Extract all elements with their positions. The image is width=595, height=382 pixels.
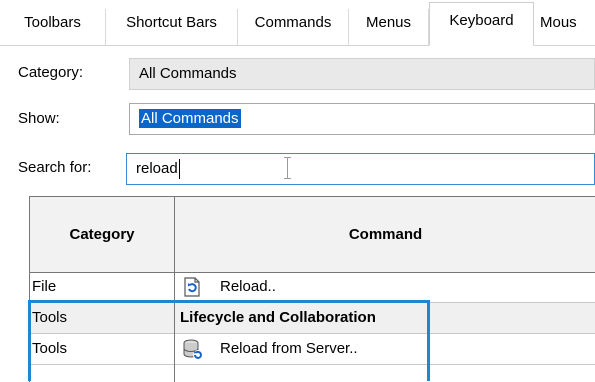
column-header-category[interactable]: Category bbox=[30, 197, 174, 273]
show-dropdown[interactable]: All Commands bbox=[129, 103, 595, 135]
search-value: reload bbox=[136, 160, 178, 177]
show-value-selected: All Commands bbox=[139, 109, 241, 128]
table-row-group[interactable]: Tools Lifecycle and Collaboration bbox=[30, 303, 595, 334]
table-row[interactable]: Tools Reload from Server.. bbox=[30, 334, 595, 365]
column-divider bbox=[174, 197, 175, 382]
column-header-category-label: Category bbox=[69, 226, 135, 243]
column-header-command-label: Command bbox=[348, 226, 423, 243]
row-category: Tools bbox=[32, 340, 68, 357]
ibeam-cursor-icon bbox=[284, 157, 291, 179]
table-row[interactable]: File Reload.. bbox=[30, 272, 595, 303]
row-category: File bbox=[32, 278, 57, 295]
row-category: Tools bbox=[32, 309, 68, 326]
category-label: Category: bbox=[18, 64, 84, 81]
tab-commands[interactable]: Commands bbox=[238, 9, 349, 45]
row-command: Reload from Server.. bbox=[220, 340, 358, 357]
tab-strip: Toolbars Shortcut Bars Commands Menus Ke… bbox=[0, 0, 595, 46]
row-command: Reload.. bbox=[220, 278, 276, 295]
commands-grid: Category Command File Reload.. Tools Lif… bbox=[29, 196, 595, 382]
row-group-title: Lifecycle and Collaboration bbox=[180, 309, 376, 326]
column-header-command[interactable]: Command bbox=[175, 197, 595, 273]
tab-keyboard[interactable]: Keyboard bbox=[429, 2, 534, 46]
text-cursor bbox=[178, 159, 180, 180]
tab-mouse[interactable]: Mous bbox=[534, 9, 595, 45]
reload-document-icon bbox=[182, 277, 202, 297]
tab-toolbars[interactable]: Toolbars bbox=[0, 9, 106, 45]
server-reload-icon bbox=[182, 339, 203, 360]
show-label: Show: bbox=[18, 110, 60, 127]
tab-menus[interactable]: Menus bbox=[349, 9, 429, 45]
category-value: All Commands bbox=[139, 65, 237, 82]
tab-shortcut-bars[interactable]: Shortcut Bars bbox=[106, 9, 238, 45]
search-input[interactable]: reload bbox=[126, 153, 595, 185]
category-field[interactable]: All Commands bbox=[129, 58, 595, 90]
search-label: Search for: bbox=[18, 159, 92, 176]
